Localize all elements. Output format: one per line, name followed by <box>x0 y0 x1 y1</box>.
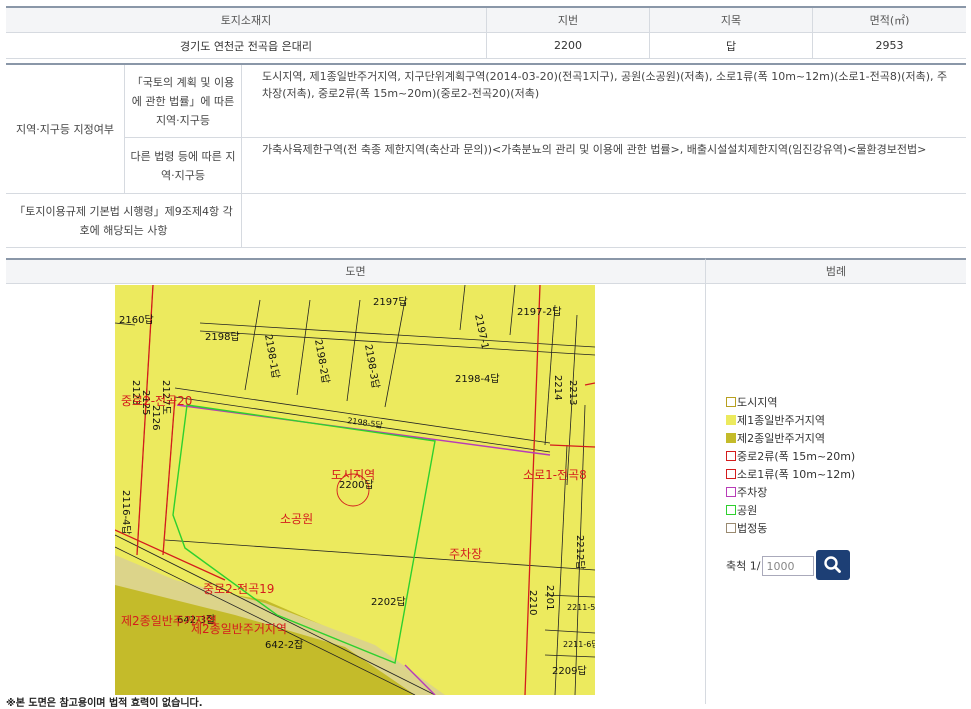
legend-item-jungro2: 중로2류(폭 15m~20m) <box>726 448 855 466</box>
other-law-label: 다른 법령 등에 따른 지역·지구등 <box>124 137 242 194</box>
land-category-value: 답 <box>649 32 813 59</box>
parcel-2197-2: 2197-2답 <box>517 306 562 318</box>
parcel-2212: 2212답 <box>574 535 586 570</box>
cadastral-map[interactable]: 2197답 2197-1 2197-2답 2160답 2198답 2198-1답… <box>114 284 603 696</box>
other-law-value: 가축사육제한구역(전 축종 제한지역(축산과 문의))<가축분뇨의 관리 및 이… <box>241 137 966 194</box>
label-soro1-jeongok8: 소로1-전곡8 <box>523 468 587 482</box>
label-small-park: 소공원 <box>280 512 313 526</box>
parcel-2213: 2213 <box>567 380 578 405</box>
scale-input[interactable] <box>762 556 815 576</box>
legend-item-urban-area: 도시지역 <box>726 394 855 412</box>
swatch-icon <box>726 415 736 425</box>
parcel-2210: 2210 <box>527 590 538 615</box>
map-panel-title: 도면 <box>6 260 705 284</box>
legend-item-residential-1: 제1종일반주거지역 <box>726 412 855 430</box>
parcel-2116-4: 2116-4답 <box>120 490 132 535</box>
scale-control: 축척 1/ <box>726 556 815 576</box>
lot-number-value: 2200 <box>486 32 650 59</box>
parcel-2209: 2209답 <box>552 665 587 677</box>
swatch-icon <box>726 469 736 479</box>
swatch-icon <box>726 505 736 515</box>
parcel-2211-5: 2211-5답 <box>567 602 595 612</box>
legend-item-parking: 주차장 <box>726 484 855 502</box>
parcel-2197: 2197답 <box>373 296 408 308</box>
legend-item-soro1: 소로1류(폭 10m~12m) <box>726 466 855 484</box>
swatch-icon <box>726 433 736 443</box>
parcel-2214: 2214 <box>552 375 563 400</box>
header-lot-number: 지번 <box>486 7 650 33</box>
parcel-2198: 2198답 <box>205 331 240 343</box>
legend-item-residential-2: 제2종일반주거지역 <box>726 430 855 448</box>
parcel-2202: 2202답 <box>371 596 406 608</box>
swatch-icon <box>726 397 736 407</box>
national-land-law-label: 「국토의 계획 및 이용에 관한 법률」에 따른 지역·지구등 <box>124 64 242 138</box>
label-jungro2-jeongok20: 중로2-전곡20 <box>121 394 192 408</box>
legend-item-park: 공원 <box>726 502 855 520</box>
label-urban-area: 도시지역 <box>331 468 375 482</box>
parcel-2160: 2160답 <box>119 314 154 326</box>
parcel-2198-4: 2198-4답 <box>455 373 500 385</box>
cadastral-map-svg: 2197답 2197-1 2197-2답 2160답 2198답 2198-1답… <box>114 284 603 696</box>
enforcement-decree-value <box>241 193 966 248</box>
swatch-icon <box>726 523 736 533</box>
search-icon <box>824 556 841 573</box>
header-land-category: 지목 <box>649 7 813 33</box>
location-value: 경기도 연천군 전곡읍 은대리 <box>6 32 487 59</box>
header-area: 면적(㎡) <box>812 7 966 33</box>
label-parking: 주차장 <box>449 547 482 561</box>
legend-list: 도시지역 제1종일반주거지역 제2종일반주거지역 중로2류(폭 15m~20m)… <box>726 394 855 538</box>
parcel-2211-6: 2211-6답 <box>563 639 595 649</box>
national-land-law-value: 도시지역, 제1종일반주거지역, 지구단위계획구역(2014-03-20)(전곡… <box>241 64 966 138</box>
header-location: 토지소재지 <box>6 7 487 33</box>
zoning-group-label: 지역·지구등 지정여부 <box>6 64 125 194</box>
parcel-2126: 2126 <box>150 405 161 430</box>
map-panel: 도면 2197답 2197-1 2197-2답 2160답 2198답 2198… <box>6 258 706 704</box>
enforcement-decree-label: 「토지이용규제 기본법 시행령」제9조제4항 각 호에 해당되는 사항 <box>6 193 242 248</box>
swatch-icon <box>726 451 736 461</box>
parcel-2201: 2201 <box>544 585 555 610</box>
label-residential-2-b: 제2종일반주거지역 <box>191 622 287 636</box>
land-info-table: 토지소재지 지번 지목 면적(㎡) 경기도 연천군 전곡읍 은대리 2200 답… <box>6 6 966 59</box>
swatch-icon <box>726 487 736 497</box>
zoning-table: 지역·지구등 지정여부 「국토의 계획 및 이용에 관한 법률」에 따른 지역·… <box>6 63 966 248</box>
legend-panel-title: 범례 <box>706 260 966 284</box>
legend-panel: 범례 도시지역 제1종일반주거지역 제2종일반주거지역 중로2류(폭 15m~2… <box>706 258 966 704</box>
legend-item-legal-dong: 법정동 <box>726 520 855 538</box>
scale-label: 축척 1/ <box>726 559 761 573</box>
parcel-642-2: 642-2잡 <box>265 639 303 651</box>
label-jungro2-jeongok19: 중로2-전곡19 <box>203 582 274 596</box>
area-value: 2953 <box>812 32 966 59</box>
search-button[interactable] <box>816 550 850 580</box>
